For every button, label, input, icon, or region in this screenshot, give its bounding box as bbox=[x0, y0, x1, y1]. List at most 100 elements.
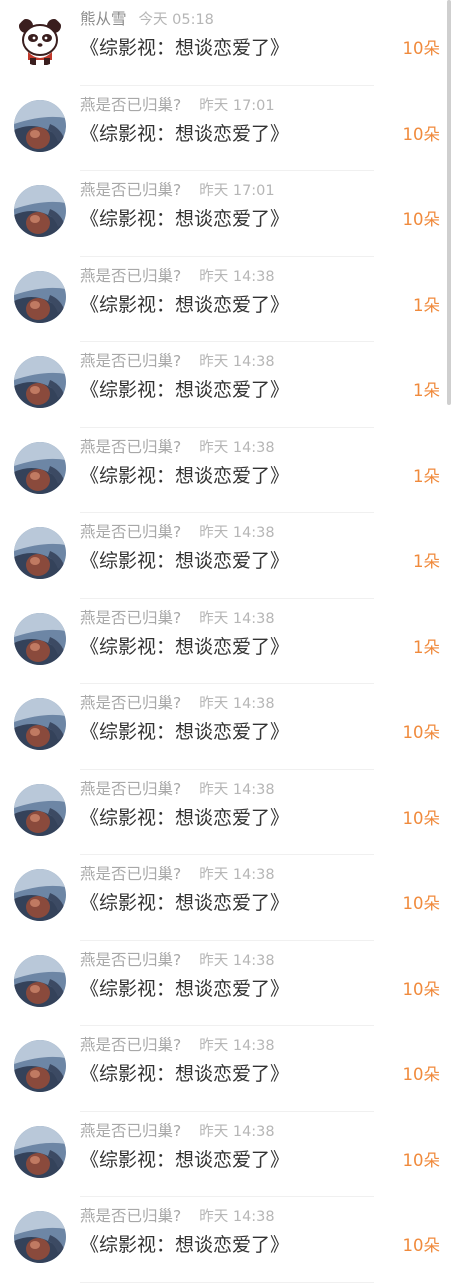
message-time: 昨天 14:38 bbox=[199, 952, 275, 969]
sender-name[interactable]: 燕是否已归巢? bbox=[80, 949, 181, 971]
message-row[interactable]: 燕是否已归巢? 昨天 14:38 《综影视：想谈恋爱了》 10朵 bbox=[0, 770, 454, 855]
message-time: 昨天 17:01 bbox=[199, 183, 275, 199]
book-title[interactable]: 《综影视：想谈恋爱了》 bbox=[80, 462, 289, 490]
message-time: 昨天 17:01 bbox=[199, 97, 275, 114]
flower-count: 10朵 bbox=[402, 210, 441, 229]
message-row[interactable]: 燕是否已归巢? 昨天 14:38 《综影视：想谈恋爱了》 10朵 bbox=[0, 684, 454, 770]
message-row[interactable]: 燕是否已归巢? 昨天 14:38 《综影视：想谈恋爱了》 10朵 bbox=[0, 1197, 454, 1283]
message-meta: 燕是否已归巢? 昨天 14:38 bbox=[80, 1034, 275, 1056]
photo-avatar-icon[interactable] bbox=[14, 99, 66, 152]
message-time: 昨天 14:38 bbox=[199, 439, 275, 456]
message-row[interactable]: 燕是否已归巢? 昨天 14:38 《综影视：想谈恋爱了》 10朵 bbox=[0, 855, 454, 941]
message-row[interactable]: 燕是否已归巢? 昨天 14:38 《综影视：想谈恋爱了》 1朵 bbox=[0, 257, 454, 342]
photo-avatar-icon[interactable] bbox=[14, 1125, 66, 1178]
message-time: 今天 05:18 bbox=[138, 12, 214, 28]
message-meta: 燕是否已归巢? 昨天 14:38 bbox=[80, 1120, 275, 1142]
message-meta: 燕是否已归巢? 昨天 14:38 bbox=[80, 521, 275, 543]
message-time: 昨天 14:38 bbox=[199, 1209, 275, 1225]
book-title[interactable]: 《综影视：想谈恋爱了》 bbox=[80, 376, 289, 404]
photo-avatar-icon[interactable] bbox=[14, 356, 66, 408]
panda-avatar-icon[interactable] bbox=[14, 14, 66, 66]
flower-count: 10朵 bbox=[402, 723, 441, 742]
sender-name[interactable]: 燕是否已归巢? bbox=[80, 436, 181, 458]
book-title[interactable]: 《综影视：想谈恋爱了》 bbox=[80, 889, 289, 917]
book-title[interactable]: 《综影视：想谈恋爱了》 bbox=[80, 205, 289, 233]
flower-count: 10朵 bbox=[402, 39, 441, 58]
flower-count: 1朵 bbox=[413, 552, 440, 571]
book-title[interactable]: 《综影视：想谈恋爱了》 bbox=[80, 34, 289, 62]
book-title[interactable]: 《综影视：想谈恋爱了》 bbox=[80, 547, 289, 575]
message-row[interactable]: 燕是否已归巢? 昨天 14:38 《综影视：想谈恋爱了》 1朵 bbox=[0, 513, 454, 599]
sender-name[interactable]: 燕是否已归巢? bbox=[80, 1205, 181, 1227]
row-divider bbox=[80, 1281, 374, 1283]
message-time: 昨天 14:38 bbox=[199, 781, 275, 798]
sender-name[interactable]: 燕是否已归巢? bbox=[80, 94, 181, 116]
photo-avatar-icon[interactable] bbox=[14, 783, 66, 836]
sender-name[interactable]: 燕是否已归巢? bbox=[80, 692, 181, 714]
sender-name[interactable]: 燕是否已归巢? bbox=[80, 265, 181, 287]
message-meta: 燕是否已归巢? 昨天 17:01 bbox=[80, 179, 275, 201]
message-meta: 燕是否已归巢? 昨天 14:38 bbox=[80, 949, 275, 971]
sender-name[interactable]: 燕是否已归巢? bbox=[80, 350, 181, 372]
message-meta: 燕是否已归巢? 昨天 17:01 bbox=[80, 94, 275, 116]
book-title[interactable]: 《综影视：想谈恋爱了》 bbox=[80, 975, 289, 1003]
photo-avatar-icon[interactable] bbox=[14, 441, 66, 494]
photo-avatar-icon[interactable] bbox=[14, 954, 66, 1007]
sender-name[interactable]: 燕是否已归巢? bbox=[80, 607, 181, 629]
sender-name[interactable]: 燕是否已归巢? bbox=[80, 778, 181, 800]
book-title[interactable]: 《综影视：想谈恋爱了》 bbox=[80, 1146, 289, 1174]
book-title[interactable]: 《综影视：想谈恋爱了》 bbox=[80, 120, 289, 148]
photo-avatar-icon[interactable] bbox=[14, 185, 66, 237]
photo-avatar-icon[interactable] bbox=[14, 1040, 66, 1092]
sender-name[interactable]: 燕是否已归巢? bbox=[80, 863, 181, 885]
message-time: 昨天 14:38 bbox=[199, 525, 275, 541]
message-time: 昨天 14:38 bbox=[199, 696, 275, 712]
message-meta: 燕是否已归巢? 昨天 14:38 bbox=[80, 607, 275, 629]
photo-avatar-icon[interactable] bbox=[14, 270, 66, 323]
book-title[interactable]: 《综影视：想谈恋爱了》 bbox=[80, 718, 289, 746]
message-meta: 燕是否已归巢? 昨天 14:38 bbox=[80, 350, 275, 372]
flower-count: 10朵 bbox=[402, 894, 441, 913]
message-row[interactable]: 燕是否已归巢? 昨天 14:38 《综影视：想谈恋爱了》 10朵 bbox=[0, 1026, 454, 1112]
flower-count: 1朵 bbox=[413, 295, 440, 315]
message-row[interactable]: 燕是否已归巢? 昨天 17:01 《综影视：想谈恋爱了》 10朵 bbox=[0, 171, 454, 257]
sender-name[interactable]: 熊从雪 bbox=[80, 8, 127, 30]
message-meta: 燕是否已归巢? 昨天 14:38 bbox=[80, 778, 275, 800]
message-time: 昨天 14:38 bbox=[199, 268, 275, 285]
message-time: 昨天 14:38 bbox=[199, 354, 275, 370]
message-row[interactable]: 燕是否已归巢? 昨天 17:01 《综影视：想谈恋爱了》 10朵 bbox=[0, 86, 454, 171]
message-row[interactable]: 燕是否已归巢? 昨天 14:38 《综影视：想谈恋爱了》 1朵 bbox=[0, 428, 454, 513]
flower-count: 10朵 bbox=[402, 1065, 441, 1084]
photo-avatar-icon[interactable] bbox=[14, 612, 66, 665]
message-row[interactable]: 熊从雪 今天 05:18 《综影视：想谈恋爱了》 10朵 bbox=[0, 0, 454, 86]
sender-name[interactable]: 燕是否已归巢? bbox=[80, 521, 181, 543]
book-title[interactable]: 《综影视：想谈恋爱了》 bbox=[80, 1231, 289, 1259]
book-title[interactable]: 《综影视：想谈恋爱了》 bbox=[80, 1060, 289, 1088]
photo-avatar-icon[interactable] bbox=[14, 869, 66, 921]
photo-avatar-icon[interactable] bbox=[14, 527, 66, 579]
flower-count: 10朵 bbox=[402, 979, 441, 999]
book-title[interactable]: 《综影视：想谈恋爱了》 bbox=[80, 291, 289, 319]
sender-name[interactable]: 燕是否已归巢? bbox=[80, 179, 181, 201]
photo-avatar-icon[interactable] bbox=[14, 698, 66, 750]
message-row[interactable]: 燕是否已归巢? 昨天 14:38 《综影视：想谈恋爱了》 1朵 bbox=[0, 599, 454, 684]
sender-name[interactable]: 燕是否已归巢? bbox=[80, 1120, 181, 1142]
message-time: 昨天 14:38 bbox=[199, 1123, 275, 1140]
message-meta: 熊从雪 今天 05:18 bbox=[80, 8, 214, 30]
flower-count: 1朵 bbox=[413, 466, 440, 486]
book-title[interactable]: 《综影视：想谈恋爱了》 bbox=[80, 633, 289, 661]
sender-name[interactable]: 燕是否已归巢? bbox=[80, 1034, 181, 1056]
flower-count: 1朵 bbox=[413, 381, 440, 400]
message-row[interactable]: 燕是否已归巢? 昨天 14:38 《综影视：想谈恋爱了》 10朵 bbox=[0, 941, 454, 1026]
message-meta: 燕是否已归巢? 昨天 14:38 bbox=[80, 436, 275, 458]
message-row[interactable]: 燕是否已归巢? 昨天 14:38 《综影视：想谈恋爱了》 1朵 bbox=[0, 342, 454, 428]
message-row[interactable]: 燕是否已归巢? 昨天 14:38 《综影视：想谈恋爱了》 10朵 bbox=[0, 1112, 454, 1197]
photo-avatar-icon[interactable] bbox=[14, 1211, 66, 1263]
book-title[interactable]: 《综影视：想谈恋爱了》 bbox=[80, 804, 289, 832]
scrollbar[interactable] bbox=[447, 0, 451, 405]
message-time: 昨天 14:38 bbox=[199, 1038, 275, 1054]
flower-count: 10朵 bbox=[402, 124, 441, 144]
flower-count: 1朵 bbox=[413, 637, 440, 657]
message-time: 昨天 14:38 bbox=[199, 610, 275, 627]
message-time: 昨天 14:38 bbox=[199, 867, 275, 883]
